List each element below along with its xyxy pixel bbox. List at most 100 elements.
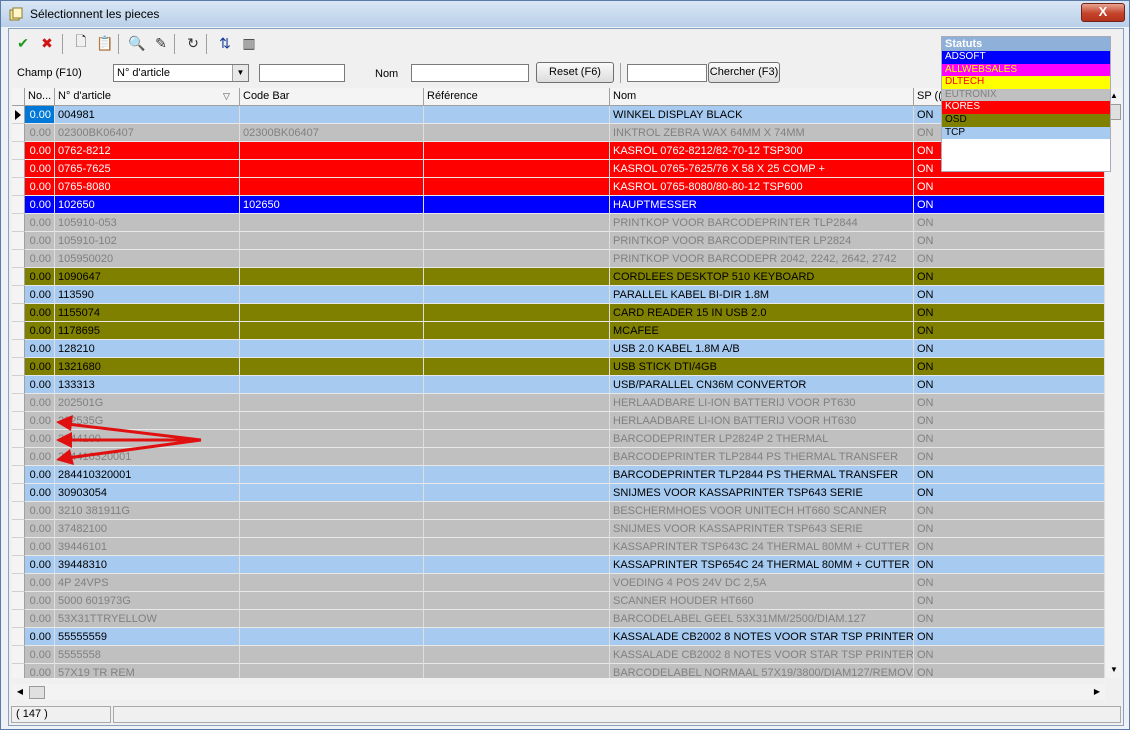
table-row[interactable]: 0.00 0765-8080 KASROL 0765-8080/80-80-12 T… <box>12 178 1105 196</box>
row-indicator[interactable] <box>12 484 25 502</box>
table-row[interactable]: 0.00 128210 USB 2.0 KABEL 1.8M A/B ON <box>12 340 1105 358</box>
row-indicator[interactable] <box>12 358 25 376</box>
row-indicator[interactable] <box>12 214 25 232</box>
table-row[interactable]: 0.00 1090647 CORDLEES DESKTOP 510 KEYBOARD… <box>12 268 1105 286</box>
row-indicator[interactable] <box>12 502 25 520</box>
scroll-right-icon[interactable]: ▶ <box>1089 684 1105 700</box>
refresh-button[interactable]: ↻ <box>182 32 204 54</box>
column-header[interactable]: No... <box>25 88 55 105</box>
table-row[interactable]: 0.00 1155074 CARD READER 15 IN USB 2.0 ON <box>12 304 1105 322</box>
row-indicator[interactable] <box>12 430 25 448</box>
table-cell: 0.00 <box>25 520 55 538</box>
table-cell: 0.00 <box>25 538 55 556</box>
sort-az-button[interactable]: ⇅ <box>214 32 236 54</box>
champ-label: Champ (F10) <box>17 67 82 79</box>
column-header[interactable]: Référence <box>424 88 610 105</box>
row-indicator[interactable] <box>12 592 25 610</box>
row-indicator[interactable] <box>12 664 25 678</box>
row-indicator[interactable] <box>12 268 25 286</box>
row-indicator[interactable] <box>12 304 25 322</box>
table-cell: ON <box>914 268 1105 286</box>
horizontal-scrollbar[interactable]: ◀ ▶ <box>12 684 1105 700</box>
nom-input[interactable] <box>411 64 529 82</box>
row-indicator[interactable] <box>12 394 25 412</box>
row-indicator[interactable] <box>12 412 25 430</box>
table-cell <box>424 232 610 250</box>
row-indicator[interactable] <box>12 538 25 556</box>
chevron-down-icon[interactable]: ▼ <box>232 65 248 81</box>
table-row[interactable]: 0.00 53X31TTRYELLOW BARCODELABEL GEEL 53X3… <box>12 610 1105 628</box>
row-indicator[interactable] <box>12 196 25 214</box>
new-document-button[interactable]: 🗋 <box>70 32 92 54</box>
champ-value-input[interactable] <box>259 64 345 82</box>
horizontal-scroll-thumb[interactable] <box>29 686 45 699</box>
table-row[interactable]: 0.00 39446101 KASSAPRINTER TSP643C 24 THER… <box>12 538 1105 556</box>
row-indicator[interactable] <box>12 448 25 466</box>
table-row[interactable]: 0.00 202535G HERLAADBARE LI-ION BATTERIJ V… <box>12 412 1105 430</box>
column-header[interactable]: Nom <box>610 88 914 105</box>
search-button[interactable]: Chercher (F3) <box>708 62 780 83</box>
table-row[interactable]: 0.00 5000 601973G SCANNER HOUDER HT660 ON <box>12 592 1105 610</box>
copy-document-button[interactable]: 📋 <box>94 32 116 54</box>
row-indicator[interactable] <box>12 160 25 178</box>
table-row[interactable]: 0.00 133313 USB/PARALLEL CN36M CONVERTOR ON <box>12 376 1105 394</box>
table-row[interactable]: 0.00 102650 102650 HAUPTMESSER ON <box>12 196 1105 214</box>
row-indicator[interactable] <box>12 610 25 628</box>
table-row[interactable]: 0.00 1321680 USB STICK DTI/4GB ON <box>12 358 1105 376</box>
current-row-indicator[interactable] <box>12 106 25 124</box>
table-cell: BARCODEPRINTER TLP2844 PS THERMAL TRANSF… <box>610 448 914 466</box>
table-row[interactable]: 0.00 284410320001 BARCODEPRINTER TLP2844 P… <box>12 466 1105 484</box>
row-indicator[interactable] <box>12 178 25 196</box>
table-cell <box>240 466 424 484</box>
row-indicator[interactable] <box>12 142 25 160</box>
champ-select[interactable]: N° d'article ▼ <box>113 64 249 82</box>
row-indicator[interactable] <box>12 250 25 268</box>
table-row[interactable]: 0.00 284410320001 BARCODEPRINTER TLP2844 P… <box>12 448 1105 466</box>
table-row[interactable]: 0.00 113590 PARALLEL KABEL BI-DIR 1.8M ON <box>12 286 1105 304</box>
table-row[interactable]: 0.00 202501G HERLAADBARE LI-ION BATTERIJ V… <box>12 394 1105 412</box>
search-input[interactable] <box>627 64 707 82</box>
cancel-button[interactable]: ✖ <box>36 32 58 54</box>
table-row[interactable]: 0.00 1178695 MCAFEE ON <box>12 322 1105 340</box>
row-indicator[interactable] <box>12 646 25 664</box>
row-indicator[interactable] <box>12 556 25 574</box>
ok-button[interactable]: ✔ <box>12 32 34 54</box>
row-indicator[interactable] <box>12 340 25 358</box>
table-row[interactable]: 0.00 105910-053 PRINTKOP VOOR BARCODEPRINT… <box>12 214 1105 232</box>
table-row[interactable]: 0.00 3210 381911G BESCHERMHOES VOOR UNITEC… <box>12 502 1105 520</box>
reset-button[interactable]: Reset (F6) <box>536 62 614 83</box>
column-header[interactable]: N° d'article <box>55 88 240 105</box>
table-row[interactable]: 0.00 55555559 KASSALADE CB2002 8 NOTES VOO… <box>12 628 1105 646</box>
row-indicator[interactable] <box>12 520 25 538</box>
table-cell <box>424 322 610 340</box>
title-bar[interactable]: Sélectionnent les pieces X <box>1 1 1129 27</box>
table-row[interactable]: 0.00 105910-102 PRINTKOP VOOR BARCODEPRINT… <box>12 232 1105 250</box>
table-row[interactable]: 0.00 2844100 BARCODEPRINTER LP2824P 2 THER… <box>12 430 1105 448</box>
columns-button[interactable]: ▥ <box>238 32 260 54</box>
table-row[interactable]: 0.00 39448310 KASSAPRINTER TSP654C 24 THER… <box>12 556 1105 574</box>
column-header[interactable]: Code Bar <box>240 88 424 105</box>
row-indicator[interactable] <box>12 286 25 304</box>
table-cell: HAUPTMESSER <box>610 196 914 214</box>
scroll-left-icon[interactable]: ◀ <box>12 684 28 700</box>
table-row[interactable]: 0.00 57X19 TR REM BARCODELABEL NORMAAL 57X… <box>12 664 1105 678</box>
new-document-icon: 🗋 <box>75 33 87 49</box>
close-button[interactable]: X <box>1081 3 1125 22</box>
table-cell: 004981 <box>55 106 240 124</box>
row-indicator[interactable] <box>12 628 25 646</box>
table-row[interactable]: 0.00 37482100 SNIJMES VOOR KASSAPRINTER TS… <box>12 520 1105 538</box>
row-indicator[interactable] <box>12 376 25 394</box>
scroll-down-icon[interactable]: ▼ <box>1106 662 1122 678</box>
table-row[interactable]: 0.00 5555558 KASSALADE CB2002 8 NOTES VOOR… <box>12 646 1105 664</box>
row-indicator[interactable] <box>12 232 25 250</box>
find-button[interactable]: 🔍 <box>126 32 148 54</box>
table-row[interactable]: 0.00 4P 24VPS VOEDING 4 POS 24V DC 2,5A ON <box>12 574 1105 592</box>
row-indicator[interactable] <box>12 124 25 142</box>
row-indicator[interactable] <box>12 574 25 592</box>
row-indicator[interactable] <box>12 466 25 484</box>
filter-button[interactable]: ✎ <box>150 32 172 54</box>
vertical-scrollbar[interactable]: ▲ ▼ <box>1106 88 1122 678</box>
table-row[interactable]: 0.00 105950020 PRINTKOP VOOR BARCODEPR 204… <box>12 250 1105 268</box>
row-indicator[interactable] <box>12 322 25 340</box>
table-row[interactable]: 0.00 30903054 SNIJMES VOOR KASSAPRINTER TS… <box>12 484 1105 502</box>
